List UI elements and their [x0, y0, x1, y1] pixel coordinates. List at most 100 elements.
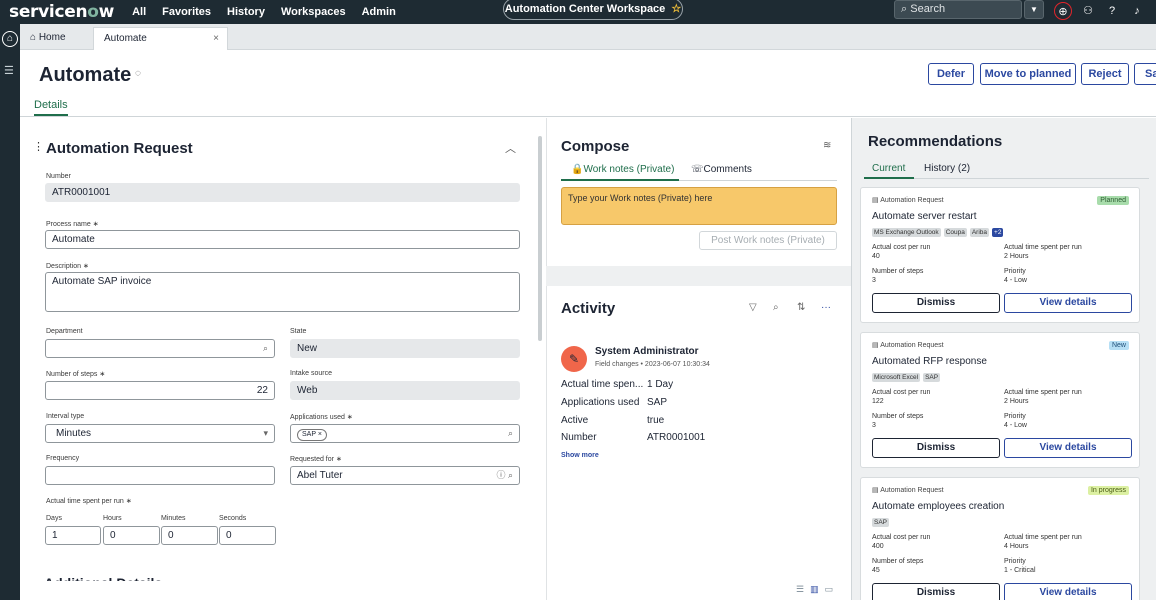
nav-link-workspaces[interactable]: Workspaces [281, 6, 346, 18]
workspace-switcher[interactable]: Automation Center Workspace ☆ [503, 0, 683, 20]
more-apps-badge[interactable]: +2 [992, 228, 1004, 237]
view-details-button[interactable]: View details [1004, 438, 1132, 458]
tab-home[interactable]: ⌂ Home [20, 27, 92, 50]
search-icon[interactable]: ⌕ [508, 425, 513, 442]
settings-icon[interactable]: ≋ [823, 140, 831, 151]
servicenow-logo[interactable]: servicenow [9, 2, 114, 22]
app-tag: Ariba [969, 228, 990, 237]
description-field[interactable]: Automate SAP invoice [45, 272, 520, 312]
reject-button[interactable]: Reject [1081, 63, 1129, 85]
nav-link-history[interactable]: History [227, 6, 265, 18]
bell-icon[interactable]: ♪ [1128, 2, 1146, 20]
star-icon[interactable]: ☆ [671, 3, 681, 15]
split-layout-icon[interactable]: ▥ [810, 584, 819, 595]
dismiss-button[interactable]: Dismiss [872, 583, 1000, 600]
save-button[interactable]: Sa [1134, 63, 1156, 85]
show-more-link[interactable]: Show more [561, 452, 599, 459]
activity-key: Applications used [561, 397, 640, 408]
frequency-label: Frequency [46, 455, 80, 462]
tab-automate[interactable]: Automate × [93, 27, 228, 50]
interval-select[interactable]: Minutes ▾ [45, 424, 275, 443]
app-tag: Microsoft Excel [872, 373, 921, 382]
card-title: Automate employees creation [872, 501, 1005, 512]
defer-button[interactable]: Defer [928, 63, 974, 85]
dismiss-button[interactable]: Dismiss [872, 438, 1000, 458]
nav-link-all[interactable]: All [132, 6, 146, 18]
move-to-planned-button[interactable]: Move to planned [980, 63, 1076, 85]
compose-panel: Compose ≋ 🔒Work notes (Private) ☏Comment… [546, 118, 850, 266]
frequency-field[interactable] [45, 466, 275, 485]
activity-value: true [647, 415, 665, 426]
tab-details[interactable]: Details [34, 99, 68, 116]
help-icon[interactable]: ? [1103, 2, 1121, 20]
days-field[interactable]: 1 [45, 526, 101, 545]
form-scrollbar[interactable] [538, 136, 542, 341]
left-rail: ⌂ ☰ [0, 24, 20, 600]
cost-value: 40 [872, 253, 880, 260]
priority-value: 1 - Critical [1004, 567, 1036, 574]
list-menu-icon[interactable]: ☰ [4, 64, 14, 77]
seconds-field[interactable]: 0 [219, 526, 276, 545]
drag-handle-icon[interactable]: ⋮ [33, 140, 44, 153]
globe-icon[interactable]: ⊕ [1054, 2, 1072, 20]
app-chip-sap[interactable]: SAP × [297, 429, 327, 441]
status-badge: New [1108, 341, 1129, 350]
steps-label: Number of steps [872, 558, 924, 565]
info-search-icons[interactable]: ⓘ ⌕ [496, 467, 513, 484]
time-value: 2 Hours [1004, 398, 1029, 405]
process-name-field[interactable]: Automate [45, 230, 520, 249]
time-label: Actual time spent per run [1004, 389, 1082, 396]
activity-value: 1 Day [647, 379, 674, 390]
time-value: 2 Hours [1004, 253, 1029, 260]
description-label: Description ∗ [46, 263, 89, 270]
department-field[interactable]: ⌕ [45, 339, 275, 358]
minutes-field[interactable]: 0 [161, 526, 218, 545]
document-icon: ▤ [872, 342, 879, 349]
search-scope-dropdown[interactable]: ▼ [1024, 0, 1044, 19]
tab-work-notes[interactable]: 🔒Work notes (Private) [571, 164, 674, 175]
single-layout-icon[interactable]: ▭ [825, 584, 834, 595]
nav-link-admin[interactable]: Admin [362, 6, 396, 18]
close-tab-icon[interactable]: × [213, 28, 219, 50]
hours-field[interactable]: 0 [103, 526, 160, 545]
apps-field[interactable]: SAP × ⌕ [290, 424, 520, 443]
tag-icon[interactable]: ◌ [135, 68, 141, 79]
cost-label: Actual cost per run [872, 244, 931, 251]
intake-label: Intake source [290, 370, 333, 377]
cost-value: 400 [872, 543, 884, 550]
app-tag: SAP [872, 518, 890, 527]
search-icon[interactable]: ⌕ [263, 340, 268, 357]
status-badge: In progress [1087, 486, 1129, 495]
record-type: ▤ Automation Request [872, 197, 944, 204]
activity-meta: Field changes • 2023-06-07 10:30:34 [595, 361, 710, 368]
remove-chip-icon[interactable]: × [318, 431, 322, 438]
work-notes-textarea[interactable]: Type your Work notes (Private) here [561, 187, 837, 225]
chevron-up-icon[interactable]: ︿ [505, 140, 516, 156]
requested-for-field[interactable]: Abel Tuter ⓘ ⌕ [290, 466, 520, 485]
view-details-button[interactable]: View details [1004, 293, 1132, 313]
filter-icon[interactable]: ▽ [749, 302, 757, 313]
list-layout-icon[interactable]: ☰ [796, 584, 804, 595]
global-search-input[interactable]: ⌕ Search [894, 0, 1022, 19]
record-type: ▤ Automation Request [872, 487, 944, 494]
view-details-button[interactable]: View details [1004, 583, 1132, 600]
home-icon[interactable]: ⌂ [2, 31, 18, 47]
compose-title: Compose [561, 138, 630, 155]
sort-icon[interactable]: ⇅ [797, 302, 805, 313]
steps-field[interactable]: 22 [45, 381, 275, 400]
app-tag: MS Exchange Outlook [872, 228, 941, 237]
document-icon: ▤ [872, 197, 879, 204]
tab-history[interactable]: History (2) [924, 163, 970, 174]
tab-comments[interactable]: ☏Comments [691, 164, 752, 175]
chat-icon[interactable]: ⚇ [1079, 2, 1097, 20]
dismiss-button[interactable]: Dismiss [872, 293, 1000, 313]
app-tags: MS Exchange Outlook Coupa Ariba +2 [872, 228, 1004, 237]
record-header: Automate ◌ Defer Move to planned Reject … [20, 50, 1156, 117]
search-icon[interactable]: ⌕ [773, 302, 779, 313]
post-work-notes-button[interactable]: Post Work notes (Private) [699, 231, 837, 250]
nav-link-favorites[interactable]: Favorites [162, 6, 211, 18]
more-icon[interactable]: ··· [821, 302, 831, 313]
tab-current[interactable]: Current [872, 163, 905, 174]
app-tags: SAP [872, 518, 890, 527]
steps-value: 45 [872, 567, 880, 574]
